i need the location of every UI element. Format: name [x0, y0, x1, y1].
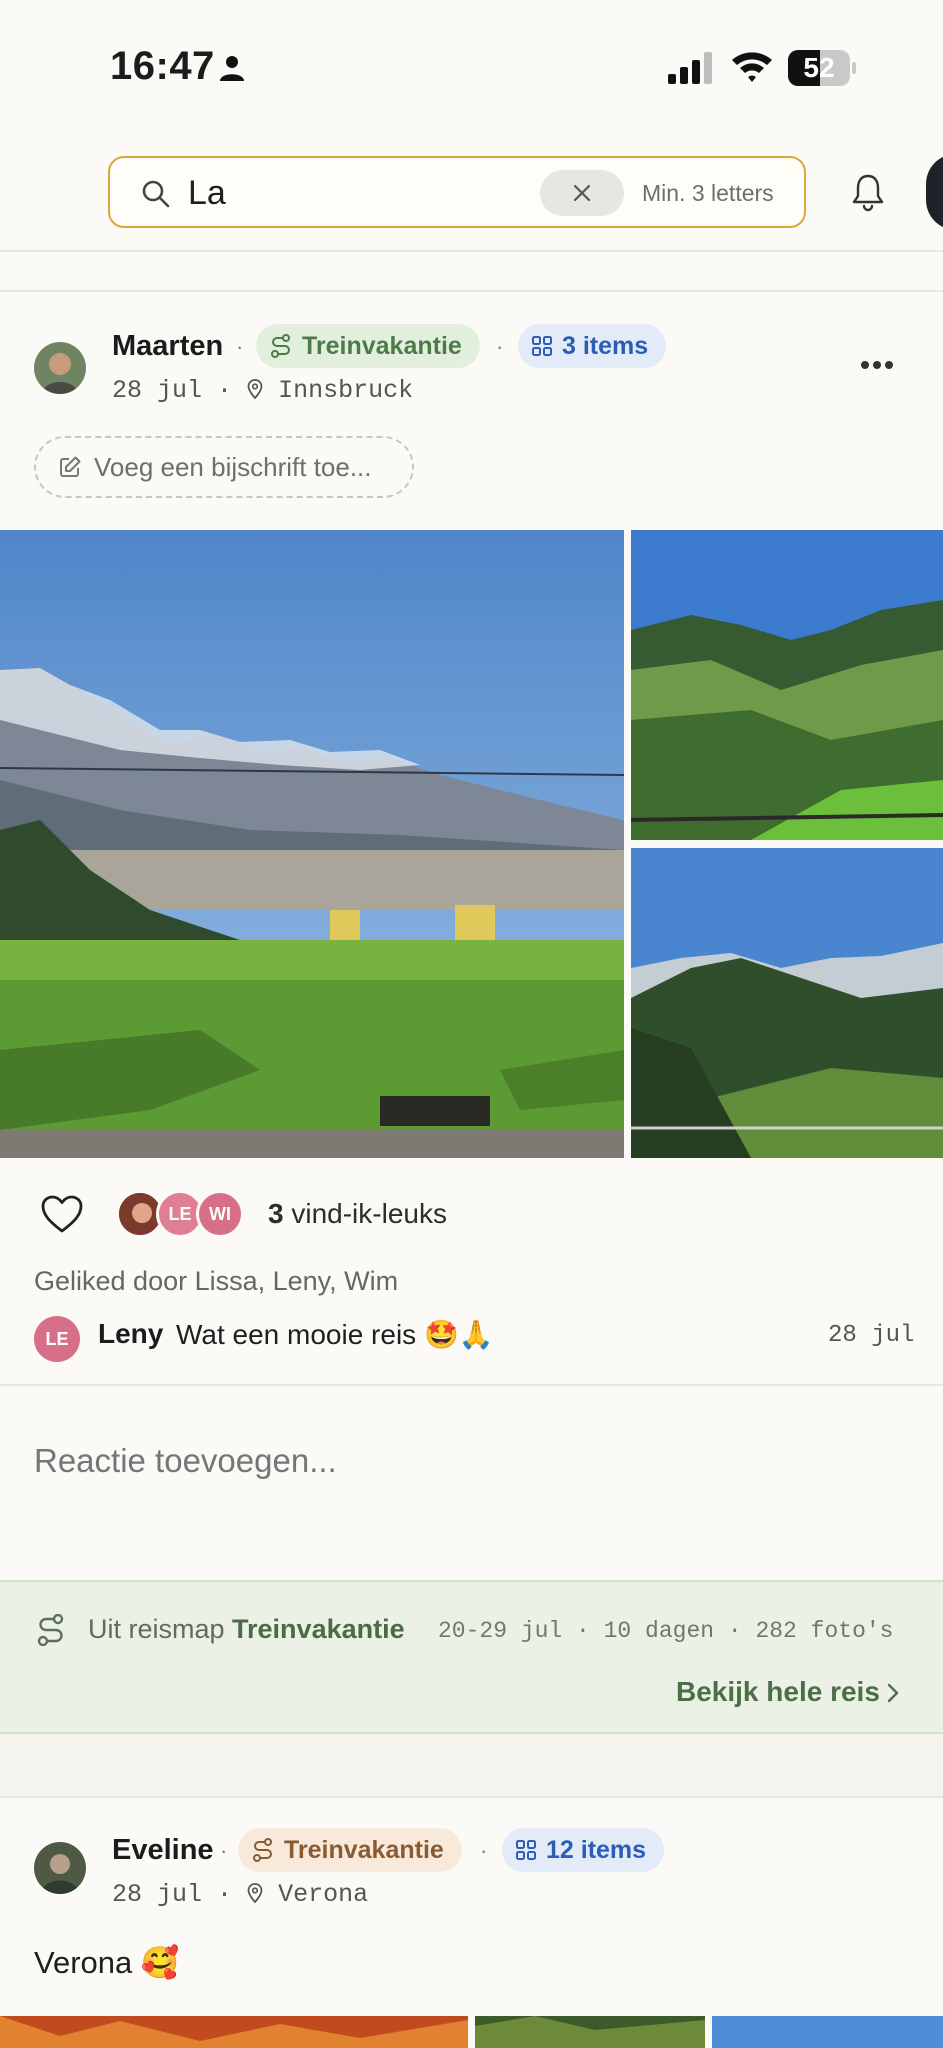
signal-icon — [668, 52, 712, 84]
profile-avatar[interactable] — [926, 154, 943, 230]
comment-text: Wat een mooie reis 🤩🙏 — [176, 1319, 494, 1350]
liker-avatar: WI — [196, 1190, 244, 1238]
divider — [0, 250, 943, 252]
grid-icon — [516, 1840, 536, 1860]
likes-count[interactable]: 3 vind-ik-leuks — [268, 1198, 447, 1230]
post-location[interactable]: Verona — [278, 1880, 368, 1909]
bell-icon[interactable] — [850, 172, 886, 212]
post-caption: Verona 🥰 — [34, 1945, 180, 1980]
more-options-icon[interactable] — [860, 358, 894, 372]
search-bar[interactable]: Min. 3 letters — [108, 156, 806, 228]
trip-banner[interactable]: Uit reismap Treinvakantie 20-29 jul · 10… — [0, 1580, 943, 1734]
post-photo-3[interactable] — [631, 848, 943, 1158]
divider — [0, 290, 943, 292]
search-icon — [142, 180, 170, 208]
close-icon — [573, 184, 591, 202]
location-pin-icon — [247, 379, 263, 400]
post-date: 28 jul — [112, 376, 203, 405]
trip-chip[interactable]: Treinvakantie — [238, 1828, 462, 1872]
section-gap — [0, 1734, 943, 1798]
comment-input[interactable] — [34, 1436, 734, 1486]
view-trip-link[interactable]: Bekijk hele reis — [676, 1676, 880, 1708]
like-heart-icon[interactable] — [40, 1194, 84, 1234]
route-icon — [271, 334, 290, 358]
add-caption-button[interactable]: Voeg een bijschrift toe... — [34, 436, 414, 498]
post-author[interactable]: Maarten — [112, 330, 223, 363]
post-photo-main[interactable] — [0, 2016, 468, 2048]
items-chip-label: 12 items — [546, 1835, 647, 1864]
comment-date: 28 jul — [828, 1322, 915, 1349]
items-chip[interactable]: 3 items — [518, 324, 667, 368]
trip-name: Treinvakantie — [232, 1614, 405, 1644]
author-avatar[interactable] — [34, 342, 86, 394]
wifi-icon — [732, 52, 772, 82]
divider — [0, 1796, 943, 1798]
post-photo-2[interactable] — [475, 2016, 705, 2048]
trip-chip-label: Treinvakantie — [284, 1835, 444, 1864]
post-meta: 28 jul · Innsbruck — [112, 376, 414, 405]
liked-by-text[interactable]: Geliked door Lissa, Leny, Wim — [34, 1266, 398, 1297]
edit-icon — [60, 456, 81, 477]
trip-chip[interactable]: Treinvakantie — [256, 324, 480, 368]
search-input[interactable] — [188, 168, 508, 218]
author-avatar[interactable] — [34, 1842, 86, 1894]
battery-indicator: 52 — [788, 50, 856, 86]
route-icon — [253, 1838, 272, 1862]
items-chip-label: 3 items — [562, 331, 649, 360]
battery-percentage: 52 — [803, 52, 835, 83]
post-photo-main[interactable] — [0, 530, 624, 1158]
trip-banner-text: Uit reismap Treinvakantie — [88, 1614, 405, 1644]
separator-dot: · — [496, 334, 504, 359]
location-pin-icon — [247, 1883, 263, 1904]
divider — [0, 1384, 943, 1386]
items-chip[interactable]: 12 items — [502, 1828, 665, 1872]
separator-dot: · — [220, 1838, 228, 1863]
separator-dot: · — [236, 334, 244, 359]
search-hint: Min. 3 letters — [642, 180, 774, 206]
separator-dot: · — [480, 1838, 488, 1863]
person-icon — [220, 56, 244, 81]
trip-meta: 20-29 jul · 10 dagen · 282 foto's — [438, 1618, 894, 1644]
grid-icon — [532, 336, 552, 356]
post-meta: 28 jul · Verona — [112, 1880, 369, 1909]
post-photo-2[interactable] — [631, 530, 943, 840]
chevron-right-icon[interactable] — [886, 1682, 900, 1704]
clear-search-button[interactable] — [540, 170, 624, 216]
route-icon — [37, 1614, 64, 1646]
post-date: 28 jul — [112, 1880, 203, 1909]
post-photo-3[interactable] — [712, 2016, 943, 2048]
comment-author[interactable]: Leny — [98, 1318, 163, 1350]
add-caption-label: Voeg een bijschrift toe... — [94, 451, 372, 482]
comment-avatar[interactable]: LE — [34, 1316, 80, 1362]
trip-chip-label: Treinvakantie — [302, 331, 462, 360]
status-time: 16:47 — [110, 44, 215, 88]
post-location[interactable]: Innsbruck — [278, 376, 413, 405]
post-author[interactable]: Eveline — [112, 1834, 214, 1867]
